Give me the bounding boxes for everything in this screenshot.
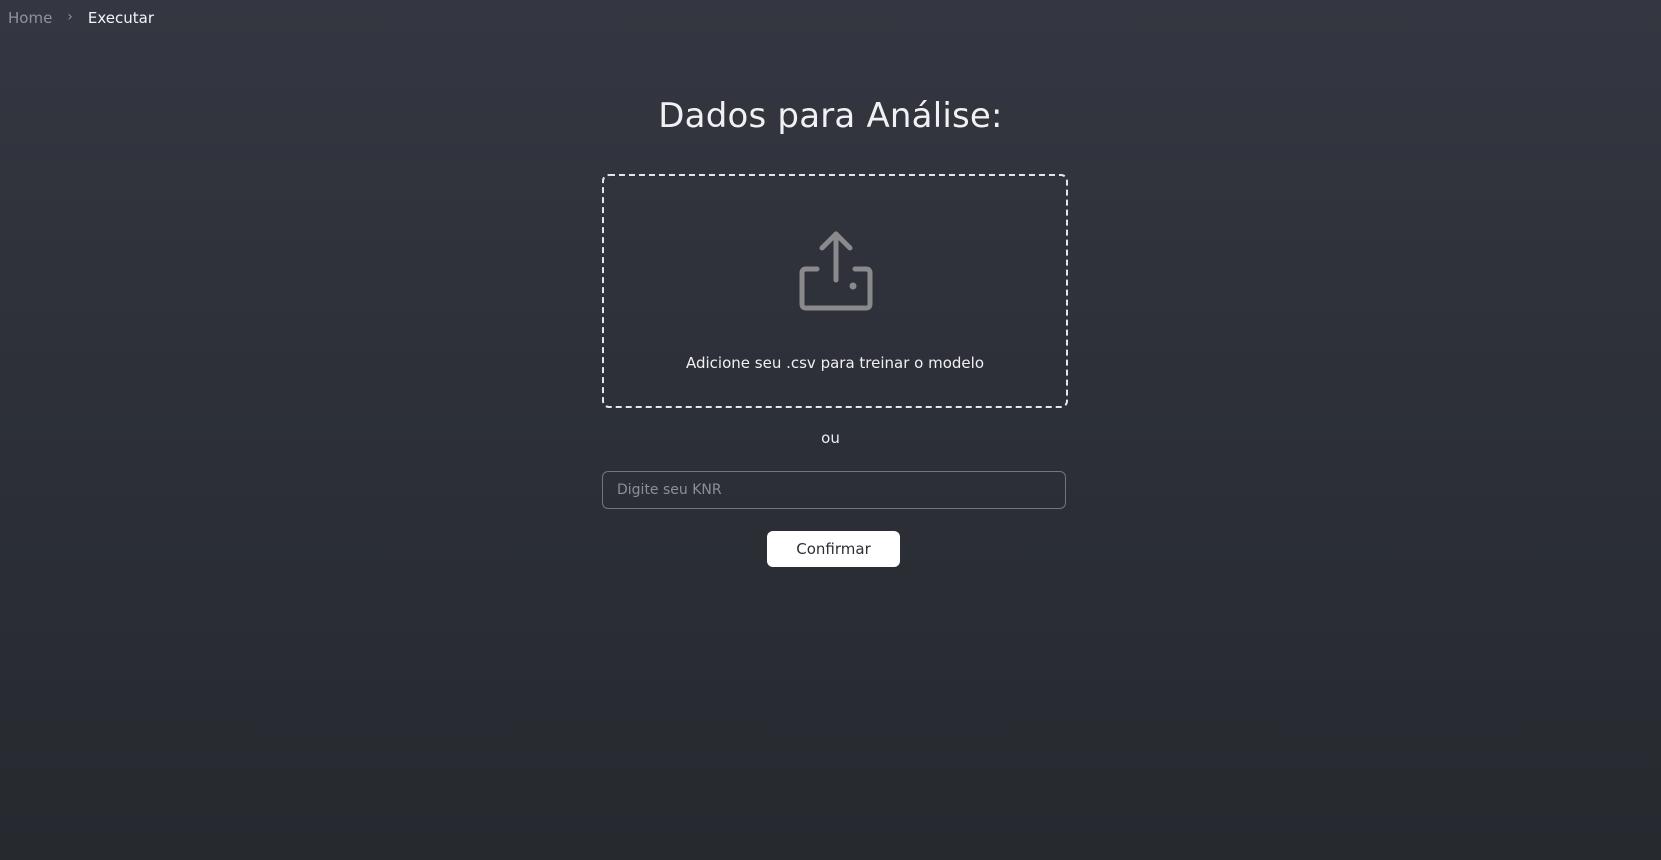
confirm-button[interactable]: Confirmar — [767, 531, 900, 567]
csv-dropzone[interactable]: Adicione seu .csv para treinar o modelo — [602, 174, 1068, 408]
breadcrumb-current: Executar — [87, 9, 155, 27]
breadcrumb: Home › Executar — [8, 8, 154, 28]
knr-input[interactable] — [602, 471, 1066, 509]
or-separator: ou — [821, 429, 840, 447]
dropzone-text: Adicione seu .csv para treinar o modelo — [686, 354, 984, 372]
chevron-right-icon: › — [67, 9, 73, 25]
breadcrumb-home-link[interactable]: Home — [8, 9, 52, 27]
upload-icon — [799, 231, 873, 311]
page-title: Dados para Análise: — [658, 96, 1003, 136]
